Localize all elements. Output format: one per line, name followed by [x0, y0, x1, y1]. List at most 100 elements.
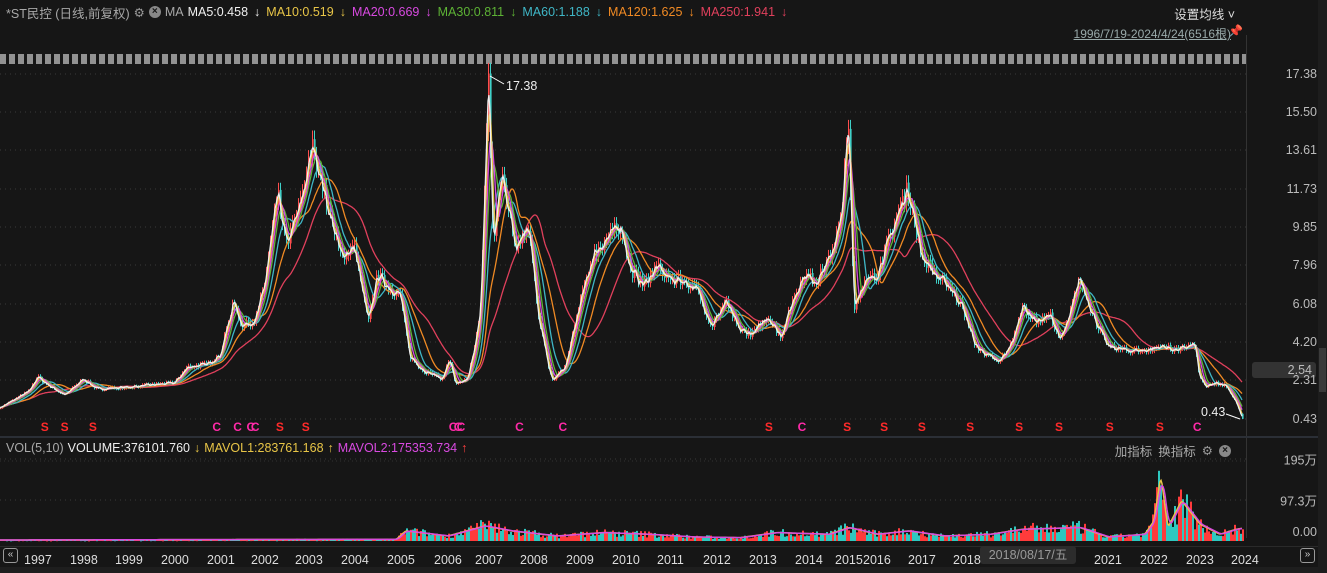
signal-marker-c[interactable]: C — [1193, 420, 1202, 434]
signal-marker-s[interactable]: S — [1156, 420, 1164, 434]
signal-marker-c[interactable]: C — [515, 420, 524, 434]
volume-bar — [560, 536, 562, 541]
scroll-right-icon[interactable]: » — [1300, 548, 1315, 563]
volume-tick: 195万 — [1283, 453, 1317, 468]
year-label: 2006 — [434, 553, 462, 567]
signal-marker-s[interactable]: S — [1015, 420, 1023, 434]
signal-marker-s[interactable]: S — [61, 420, 69, 434]
price-tick: 2.31 — [1292, 373, 1317, 387]
volume-bar — [938, 536, 940, 541]
volume-bar — [960, 537, 962, 541]
gear-icon[interactable]: ⚙ — [1202, 443, 1213, 458]
signal-marker-s[interactable]: S — [843, 420, 851, 434]
panel-divider[interactable] — [0, 436, 1318, 438]
kline-chart[interactable] — [0, 0, 1318, 546]
volume-bar — [500, 530, 502, 541]
volume-bar — [714, 538, 716, 541]
volume-bar — [762, 536, 764, 541]
volume-bar — [1122, 536, 1124, 541]
vertical-scrollbar[interactable] — [1318, 0, 1327, 573]
volume-bar — [728, 538, 730, 541]
volume-bar — [570, 535, 572, 541]
volume-bar — [490, 523, 492, 541]
year-label: 1997 — [24, 553, 52, 567]
volume-bar — [1102, 537, 1104, 541]
bottom-scrollbar[interactable] — [0, 567, 1318, 573]
year-label: 2009 — [566, 553, 594, 567]
signal-marker-c[interactable]: C — [457, 420, 466, 434]
signal-marker-s[interactable]: S — [765, 420, 773, 434]
volume-bar — [694, 537, 696, 541]
volume-bar — [844, 523, 846, 541]
year-label: 2001 — [207, 553, 235, 567]
volume-bar — [1004, 532, 1006, 541]
volume-bar — [1046, 523, 1048, 541]
volume-bar — [742, 538, 744, 541]
volume-bar — [530, 533, 532, 541]
signal-marker-s[interactable]: S — [89, 420, 97, 434]
signal-marker-s[interactable]: S — [918, 420, 926, 434]
volume-bar — [962, 537, 964, 541]
year-label: 2021 — [1094, 553, 1122, 567]
volume-bar — [802, 530, 804, 541]
signal-marker-s[interactable]: S — [41, 420, 49, 434]
year-label: 2003 — [295, 553, 323, 567]
volume-bar — [1016, 530, 1018, 541]
signal-marker-c[interactable]: C — [559, 420, 568, 434]
volume-bar — [638, 536, 640, 541]
signal-marker-c[interactable]: C — [798, 420, 807, 434]
volume-bar — [718, 538, 720, 541]
volume-bar — [914, 531, 916, 541]
volume-bar — [1034, 527, 1036, 541]
price-tick: 6.08 — [1292, 297, 1317, 311]
price-tick: 4.20 — [1292, 335, 1317, 349]
volume-bar — [906, 532, 908, 541]
volume-bar — [462, 535, 464, 541]
scroll-left-icon[interactable]: « — [3, 548, 18, 563]
year-label: 1998 — [70, 553, 98, 567]
volume-bar — [588, 534, 590, 541]
volume-bar — [964, 536, 966, 541]
year-label: 2010 — [612, 553, 640, 567]
volume-bar — [1092, 528, 1094, 541]
volume-bar — [676, 533, 678, 541]
year-label: 2013 — [749, 553, 777, 567]
year-label: 2005 — [387, 553, 415, 567]
signal-marker-c[interactable]: C — [251, 420, 260, 434]
volume-bar — [842, 534, 844, 541]
volume-bar — [1038, 532, 1040, 541]
volume-bar — [896, 535, 898, 541]
signal-marker-c[interactable]: C — [212, 420, 221, 434]
volume-bar — [1024, 525, 1026, 541]
signal-marker-s[interactable]: S — [880, 420, 888, 434]
signal-marker-c[interactable]: C — [233, 420, 242, 434]
volume-bar — [786, 536, 788, 541]
scrollbar-thumb[interactable] — [1319, 348, 1326, 392]
volume-bar — [492, 528, 494, 541]
volume-bar — [636, 530, 638, 541]
add-indicator-button[interactable]: 加指标 — [1115, 441, 1153, 460]
volume-bar — [1076, 522, 1078, 541]
signal-marker-s[interactable]: S — [966, 420, 974, 434]
volume-bar — [620, 536, 622, 541]
volume-bar — [576, 535, 578, 541]
volume-tick: 0.00 — [1292, 525, 1317, 539]
volume-bar — [1212, 532, 1214, 541]
signal-marker-s[interactable]: S — [302, 420, 310, 434]
volume-bar — [950, 536, 952, 541]
volume-bar — [316, 540, 318, 542]
volume-bar — [974, 536, 976, 541]
signal-marker-s[interactable]: S — [1055, 420, 1063, 434]
candle — [1140, 351, 1142, 353]
high-pointer-arrow — [489, 75, 505, 85]
volume-bar — [986, 531, 988, 541]
volume-bar — [644, 531, 646, 541]
volume-bar — [1126, 537, 1128, 541]
volume-bar — [446, 538, 448, 541]
vol-indicator-name[interactable]: VOL(5,10) — [6, 441, 64, 455]
signal-marker-s[interactable]: S — [1106, 420, 1114, 434]
close-icon[interactable]: × — [1219, 444, 1231, 457]
volume-bar — [592, 533, 594, 541]
signal-marker-s[interactable]: S — [276, 420, 284, 434]
switch-indicator-button[interactable]: 换指标 — [1158, 441, 1196, 460]
